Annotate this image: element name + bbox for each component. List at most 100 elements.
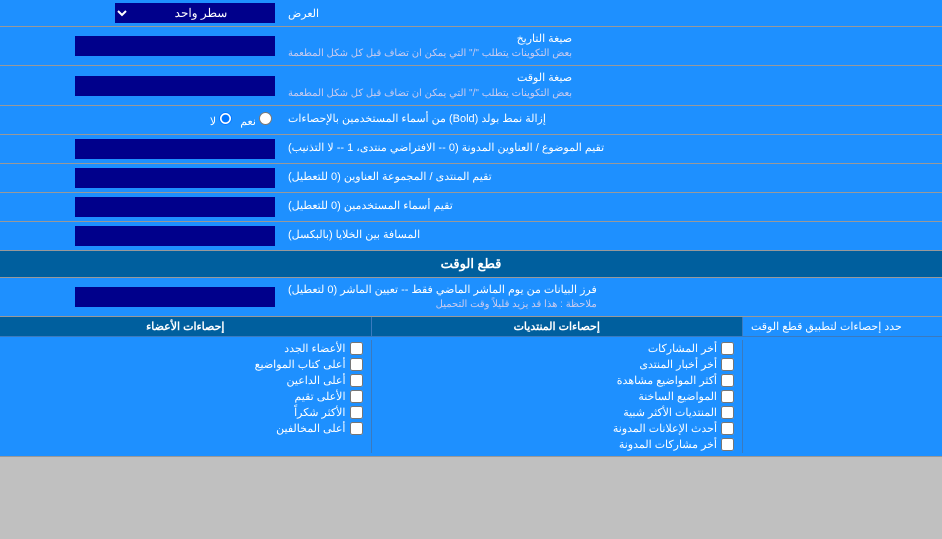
posts-cb-label-4: المنتديات الأكثر شبية xyxy=(623,406,717,419)
display-dropdown[interactable]: سطر واحد سطران ثلاثة أسطر xyxy=(115,3,275,23)
time-format-input-cell: H:i xyxy=(0,66,280,104)
distance-input[interactable]: 2 xyxy=(75,226,275,246)
members-cb-label-3: الأعلى تقيم xyxy=(294,390,345,403)
radio-yes-text: نعم xyxy=(240,116,256,128)
members-cb-0[interactable] xyxy=(350,342,363,355)
display-row: العرض سطر واحد سطران ثلاثة أسطر xyxy=(0,0,942,27)
bold-remove-radio-cell: نعم لا xyxy=(0,106,280,134)
col-header-posts: إحصاءات المنتديات xyxy=(371,317,743,336)
date-format-label: صيغة التاريخ بعض التكوينات يتطلب "/" الت… xyxy=(280,27,942,65)
forum-order-label: تقيم المنتدى / المجموعة العناوين (0 للتع… xyxy=(280,164,942,192)
usernames-order-row: تقيم أسماء المستخدمين (0 للتعطيل) 0 xyxy=(0,193,942,222)
members-cb-label-1: أعلى كتاب المواضيع xyxy=(255,358,346,371)
distance-input-cell: 2 xyxy=(0,222,280,250)
col-header-members-text: إحصاءات الأعضاء xyxy=(146,321,224,333)
usernames-order-input[interactable]: 0 xyxy=(75,197,275,217)
members-cb-label-2: أعلى الداعين xyxy=(287,374,346,387)
display-label-text: العرض xyxy=(288,7,319,20)
apply-stats-label-cell: حدد إحصاءات لتطبيق قطع الوقت xyxy=(742,317,942,336)
forum-order-row: تقيم المنتدى / المجموعة العناوين (0 للتع… xyxy=(0,164,942,193)
posts-cb-0[interactable] xyxy=(721,342,734,355)
bold-remove-row: إزالة نمط بولد (Bold) من أسماء المستخدمي… xyxy=(0,106,942,135)
topics-order-input[interactable]: 33 xyxy=(75,139,275,159)
date-format-input[interactable]: d-m xyxy=(75,36,275,56)
posts-cb-2[interactable] xyxy=(721,374,734,387)
list-item: الأعلى تقيم xyxy=(8,390,363,403)
list-item: أعلى الداعين xyxy=(8,374,363,387)
col-header-posts-text: إحصاءات المنتديات xyxy=(514,321,600,333)
distance-label-text: المسافة بين الخلايا (بالبكسل) xyxy=(288,228,420,243)
posts-cb-label-5: أحدث الإعلانات المدونة xyxy=(613,422,717,435)
list-item: أعلى كتاب المواضيع xyxy=(8,358,363,371)
distance-label: المسافة بين الخلايا (بالبكسل) xyxy=(280,222,942,250)
time-format-sub: بعض التكوينات يتطلب "/" التي يمكن ان تضا… xyxy=(288,87,572,101)
members-cb-label-0: الأعضاء الجدد xyxy=(284,342,345,355)
topics-order-label-text: تقيم الموضوع / العناوين المدونة (0 -- ال… xyxy=(288,141,604,156)
date-format-title: صيغة التاريخ xyxy=(288,32,572,47)
date-format-input-cell: d-m xyxy=(0,27,280,65)
posts-cb-1[interactable] xyxy=(721,358,734,371)
time-format-label: صيغة الوقت بعض التكوينات يتطلب "/" التي … xyxy=(280,66,942,104)
list-item: الأعضاء الجدد xyxy=(8,342,363,355)
list-item: أخر المشاركات xyxy=(380,342,735,355)
topics-order-label: تقيم الموضوع / العناوين المدونة (0 -- ال… xyxy=(280,135,942,163)
forum-order-input[interactable]: 33 xyxy=(75,168,275,188)
members-checkbox-col: الأعضاء الجدد أعلى كتاب المواضيع أعلى ال… xyxy=(0,340,371,453)
posts-cb-5[interactable] xyxy=(721,422,734,435)
list-item: الأكثر شكراً xyxy=(8,406,363,419)
list-item: أخر أخبار المنتدى xyxy=(380,358,735,371)
cutoff-section-header: قطع الوقت xyxy=(0,251,942,278)
bold-remove-label-text: إزالة نمط بولد (Bold) من أسماء المستخدمي… xyxy=(288,112,546,127)
list-item: المواضيع الساخنة xyxy=(380,390,735,403)
list-item: أعلى المخالفين xyxy=(8,422,363,435)
cutoff-days-line1: فرز البيانات من يوم الماشر الماضي فقط --… xyxy=(288,283,597,298)
members-cb-5[interactable] xyxy=(350,422,363,435)
usernames-order-label-text: تقيم أسماء المستخدمين (0 للتعطيل) xyxy=(288,199,453,214)
date-format-sub: بعض التكوينات يتطلب "/" التي يمكن ان تضا… xyxy=(288,47,572,61)
checkboxes-header-row: حدد إحصاءات لتطبيق قطع الوقت إحصاءات الم… xyxy=(0,317,942,337)
cutoff-days-input[interactable]: 0 xyxy=(75,287,275,307)
list-item: أحدث الإعلانات المدونة xyxy=(380,422,735,435)
distance-row: المسافة بين الخلايا (بالبكسل) 2 xyxy=(0,222,942,251)
bold-yes-radio[interactable] xyxy=(259,112,272,125)
checkboxes-section: حدد إحصاءات لتطبيق قطع الوقت إحصاءات الم… xyxy=(0,317,942,457)
radio-no-label: لا xyxy=(210,112,232,128)
members-cb-2[interactable] xyxy=(350,374,363,387)
members-cb-label-5: أعلى المخالفين xyxy=(276,422,345,435)
forum-order-label-text: تقيم المنتدى / المجموعة العناوين (0 للتع… xyxy=(288,170,492,185)
posts-checkbox-col: أخر المشاركات أخر أخبار المنتدى أكثر الم… xyxy=(371,340,743,453)
usernames-order-label: تقيم أسماء المستخدمين (0 للتعطيل) xyxy=(280,193,942,221)
members-cb-4[interactable] xyxy=(350,406,363,419)
posts-cb-label-0: أخر المشاركات xyxy=(648,342,717,355)
posts-cb-3[interactable] xyxy=(721,390,734,403)
posts-cb-label-2: أكثر المواضيع مشاهدة xyxy=(617,374,717,387)
time-format-input[interactable]: H:i xyxy=(75,76,275,96)
date-format-row: صيغة التاريخ بعض التكوينات يتطلب "/" الت… xyxy=(0,27,942,66)
posts-cb-4[interactable] xyxy=(721,406,734,419)
checkboxes-body: أخر المشاركات أخر أخبار المنتدى أكثر الم… xyxy=(0,337,942,456)
members-cb-1[interactable] xyxy=(350,358,363,371)
radio-yes-label: نعم xyxy=(240,112,272,128)
posts-cb-6[interactable] xyxy=(721,438,734,451)
bold-no-radio[interactable] xyxy=(219,112,232,125)
cutoff-days-label: فرز البيانات من يوم الماشر الماضي فقط --… xyxy=(280,278,942,316)
cutoff-days-line2: ملاحظة : هذا قد يزيد قليلاً وقت التحميل xyxy=(288,298,597,312)
posts-cb-label-3: المواضيع الساخنة xyxy=(638,390,717,403)
cutoff-days-input-cell: 0 xyxy=(0,278,280,316)
members-cb-label-4: الأكثر شكراً xyxy=(294,406,345,419)
time-format-row: صيغة الوقت بعض التكوينات يتطلب "/" التي … xyxy=(0,66,942,105)
display-label: العرض xyxy=(280,0,942,26)
members-cb-3[interactable] xyxy=(350,390,363,403)
cutoff-days-row: فرز البيانات من يوم الماشر الماضي فقط --… xyxy=(0,278,942,317)
topics-order-row: تقيم الموضوع / العناوين المدونة (0 -- ال… xyxy=(0,135,942,164)
posts-cb-label-1: أخر أخبار المنتدى xyxy=(639,358,717,371)
posts-cb-label-6: أخر مشاركات المدونة xyxy=(619,438,717,451)
display-input-cell: سطر واحد سطران ثلاثة أسطر xyxy=(0,0,280,26)
list-item: المنتديات الأكثر شبية xyxy=(380,406,735,419)
list-item: أكثر المواضيع مشاهدة xyxy=(380,374,735,387)
bold-remove-label: إزالة نمط بولد (Bold) من أسماء المستخدمي… xyxy=(280,106,942,134)
radio-no-text: لا xyxy=(210,116,216,128)
apply-stats-label-text: حدد إحصاءات لتطبيق قطع الوقت xyxy=(751,320,902,333)
cutoff-section-title: قطع الوقت xyxy=(441,256,502,271)
usernames-order-input-cell: 0 xyxy=(0,193,280,221)
